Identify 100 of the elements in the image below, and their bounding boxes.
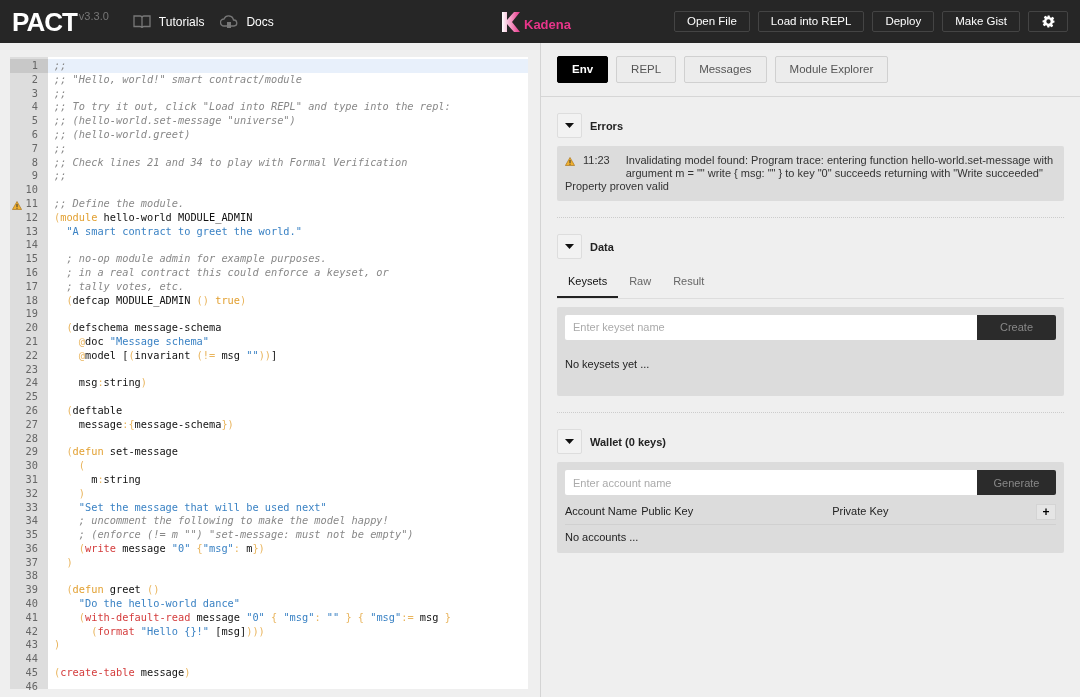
line-number: 23 [24,362,39,377]
line-number: 35 [24,528,39,542]
code-line: ) [77,486,86,501]
line-number: 10 [24,183,39,197]
collapse-toggle[interactable] [557,429,582,455]
line-number: 46 [24,679,39,694]
settings-button[interactable] [1028,11,1068,32]
line-number: 17 [24,279,39,294]
line-number: 25 [24,390,39,404]
line-number: 43 [24,638,39,653]
line-number: 24 [24,376,39,391]
line-number: 11 [10,196,48,211]
code-line: (defun greet () [65,583,161,598]
generate-button[interactable]: Generate [977,470,1056,496]
caret-down-icon [565,439,574,445]
line-number: 45 [24,666,39,680]
brand-logo-icon [502,11,520,32]
line-number: 1 [10,59,48,73]
line-number: 37 [24,555,39,570]
book-icon [132,14,151,29]
code-line: ;; [53,86,68,101]
code-line: (with-default-read message "0" { "msg": "" } { "msg":= msg } [77,610,452,625]
code-line: msg:string) [77,376,148,391]
keyset-name-field[interactable]: Enter keyset name [565,314,977,340]
code-line: ;; "Hello, world!" smart contract/module [53,72,303,87]
line-number: 40 [24,597,39,611]
error-time: 11:23 [583,154,610,168]
line-number: 44 [24,652,39,667]
line-number: 19 [24,307,39,322]
code-line: "Do the hello-world dance" [77,597,241,611]
column-header: Private Key [832,504,889,520]
code-line: ; tally votes, etc. [65,279,186,294]
data-tab[interactable]: Result [662,267,716,298]
caret-down-icon [565,123,574,129]
code-line: ;; [53,169,68,184]
line-number: 2 [30,72,39,87]
code-line: "A smart contract to greet the world." [65,224,303,239]
line-number: 13 [24,224,39,239]
column-header: Public Key [641,504,694,520]
nav-link[interactable]: Docs [220,12,274,31]
create-button[interactable]: Create [977,314,1056,340]
toolbar-button[interactable]: Load into REPL [757,11,865,32]
line-number: 15 [24,252,39,266]
panel-tab[interactable]: Env [557,56,609,84]
toolbar-button[interactable]: Make Gist [942,11,1020,32]
toolbar-button[interactable]: Open File [674,11,750,32]
code-line: ;; To try it out, click "Load into REPL" and type into the repl: [53,100,452,115]
settings-icon [1041,15,1055,29]
line-number: 14 [24,238,39,253]
line-number: 31 [24,472,39,487]
code-line: ;; Define the module. [53,196,186,211]
code-line: ( [77,459,86,473]
line-number: 36 [24,541,39,556]
section-title: Data [590,239,614,255]
code-line: ;; [53,141,68,156]
nav-link[interactable]: Tutorials [132,12,205,31]
section-title: Wallet (0 keys) [590,434,666,450]
panel-tab[interactable]: Module Explorer [774,56,889,84]
line-number: 27 [24,417,39,432]
cloud-icon [220,14,239,29]
code-line: ;; Check lines 21 and 34 to play with Formal Verification [53,155,409,170]
code-line: (deftable [65,403,124,418]
code-line: (module hello-world MODULE_ADMIN [53,210,254,225]
collapse-toggle[interactable] [557,234,582,260]
data-tab[interactable]: Raw [618,267,663,298]
code-line: (create-table message) [53,666,192,680]
code-line: "Set the message that will be used next" [77,500,328,515]
data-tab[interactable]: Keysets [557,267,619,298]
panel-tab[interactable]: Messages [684,56,767,84]
code-line: (defun set-message [65,445,179,460]
line-number: 20 [24,321,39,335]
version-label: v3.3.0 [78,8,109,24]
collapse-toggle[interactable] [557,113,582,139]
empty-accounts-text: No accounts ... [565,529,640,545]
brand-name: Kadena [524,16,571,35]
account-name-field[interactable]: Enter account name [565,470,977,496]
code-line: (defschema message-schema [65,321,223,335]
code-line: ; in a real contract this could enforce a keyset, or [65,265,390,280]
line-number: 41 [24,610,39,625]
code-line: (defcap MODULE_ADMIN () true) [65,293,248,308]
line-number: 28 [24,431,39,446]
code-line: ;; (hello-world.set-message "universe") [53,114,297,128]
panel-tab[interactable]: REPL [616,56,677,84]
line-number: 34 [24,514,39,529]
error-message: Invalidating model found: Program trace: entering function hello-world.set-message with argument m = "" write { msg: "" } to key "0" succeeds returning with "Write succeeded" [625,154,1055,181]
code-line: ; uncomment the following to make the model happy! [77,514,390,529]
line-number: 8 [30,155,39,170]
code-line: m:string [90,472,142,487]
add-key-button[interactable]: + [1036,503,1056,520]
code-line: ;; (hello-world.greet) [53,128,192,142]
warning-icon [565,156,575,166]
warning-icon [12,201,22,211]
toolbar-button[interactable]: Deploy [872,11,935,32]
app-logo: PACT [12,8,77,35]
line-number: 12 [24,210,39,225]
code-line: ) [65,555,74,570]
line-number: 21 [24,334,39,349]
code-editor[interactable] [10,57,528,689]
line-number: 32 [24,486,39,501]
line-number: 3 [30,86,39,101]
